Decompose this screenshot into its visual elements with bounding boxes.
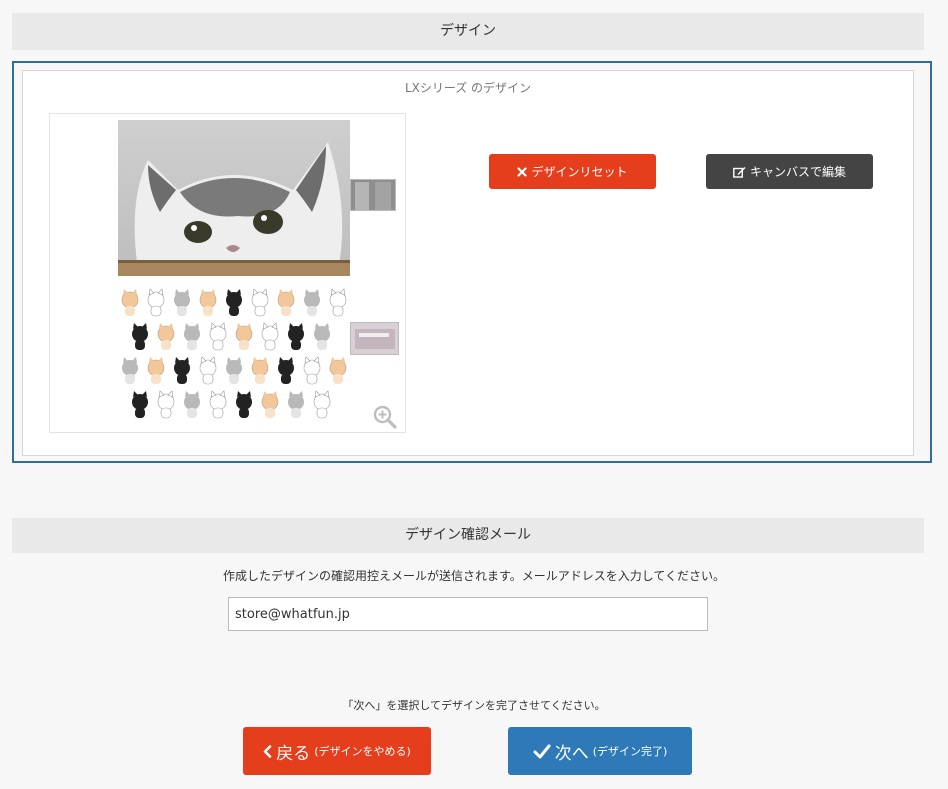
- times-icon: [517, 166, 528, 177]
- complete-instruction: 「次へ」を選択してデザインを完了させてください。: [342, 699, 606, 712]
- edit-icon: [733, 166, 746, 178]
- design-reset-label: デザインリセット: [531, 165, 628, 179]
- edit-on-canvas-button[interactable]: キャンバスで編集: [706, 154, 873, 189]
- design-title: LXシリーズ のデザイン: [404, 81, 532, 95]
- back-button[interactable]: 戻る (デザインをやめる): [243, 727, 431, 775]
- mail-section-header: デザイン確認メール: [12, 518, 924, 553]
- design-section-header: デザイン: [12, 13, 924, 50]
- check-icon: [533, 744, 551, 758]
- design-panel: LXシリーズ のデザイン デザインリセット キャンバスで編集: [12, 61, 932, 463]
- edit-on-canvas-label: キャンバスで編集: [749, 165, 846, 179]
- back-label: 戻る: [276, 743, 311, 764]
- back-sublabel: (デザインをやめる): [314, 745, 411, 758]
- zoom-in-icon[interactable]: [372, 404, 398, 430]
- next-button[interactable]: 次へ (デザイン完了): [508, 727, 692, 775]
- email-field[interactable]: [228, 597, 708, 631]
- cat-pattern: [118, 276, 350, 432]
- side-pattern-thumbnail[interactable]: [350, 322, 399, 355]
- next-sublabel: (デザイン完了): [592, 745, 668, 758]
- mail-description: 作成したデザインの確認用控えメールが送信されます。メールアドレスを入力してくださ…: [222, 569, 726, 583]
- side-image-thumbnail[interactable]: [350, 179, 396, 211]
- design-reset-button[interactable]: デザインリセット: [489, 154, 656, 189]
- cat-photo: [118, 120, 350, 278]
- design-preview[interactable]: [49, 113, 406, 433]
- next-label: 次へ: [554, 743, 589, 764]
- design-panel-inner: LXシリーズ のデザイン デザインリセット キャンバスで編集: [22, 70, 914, 456]
- chevron-left-icon: [263, 744, 272, 758]
